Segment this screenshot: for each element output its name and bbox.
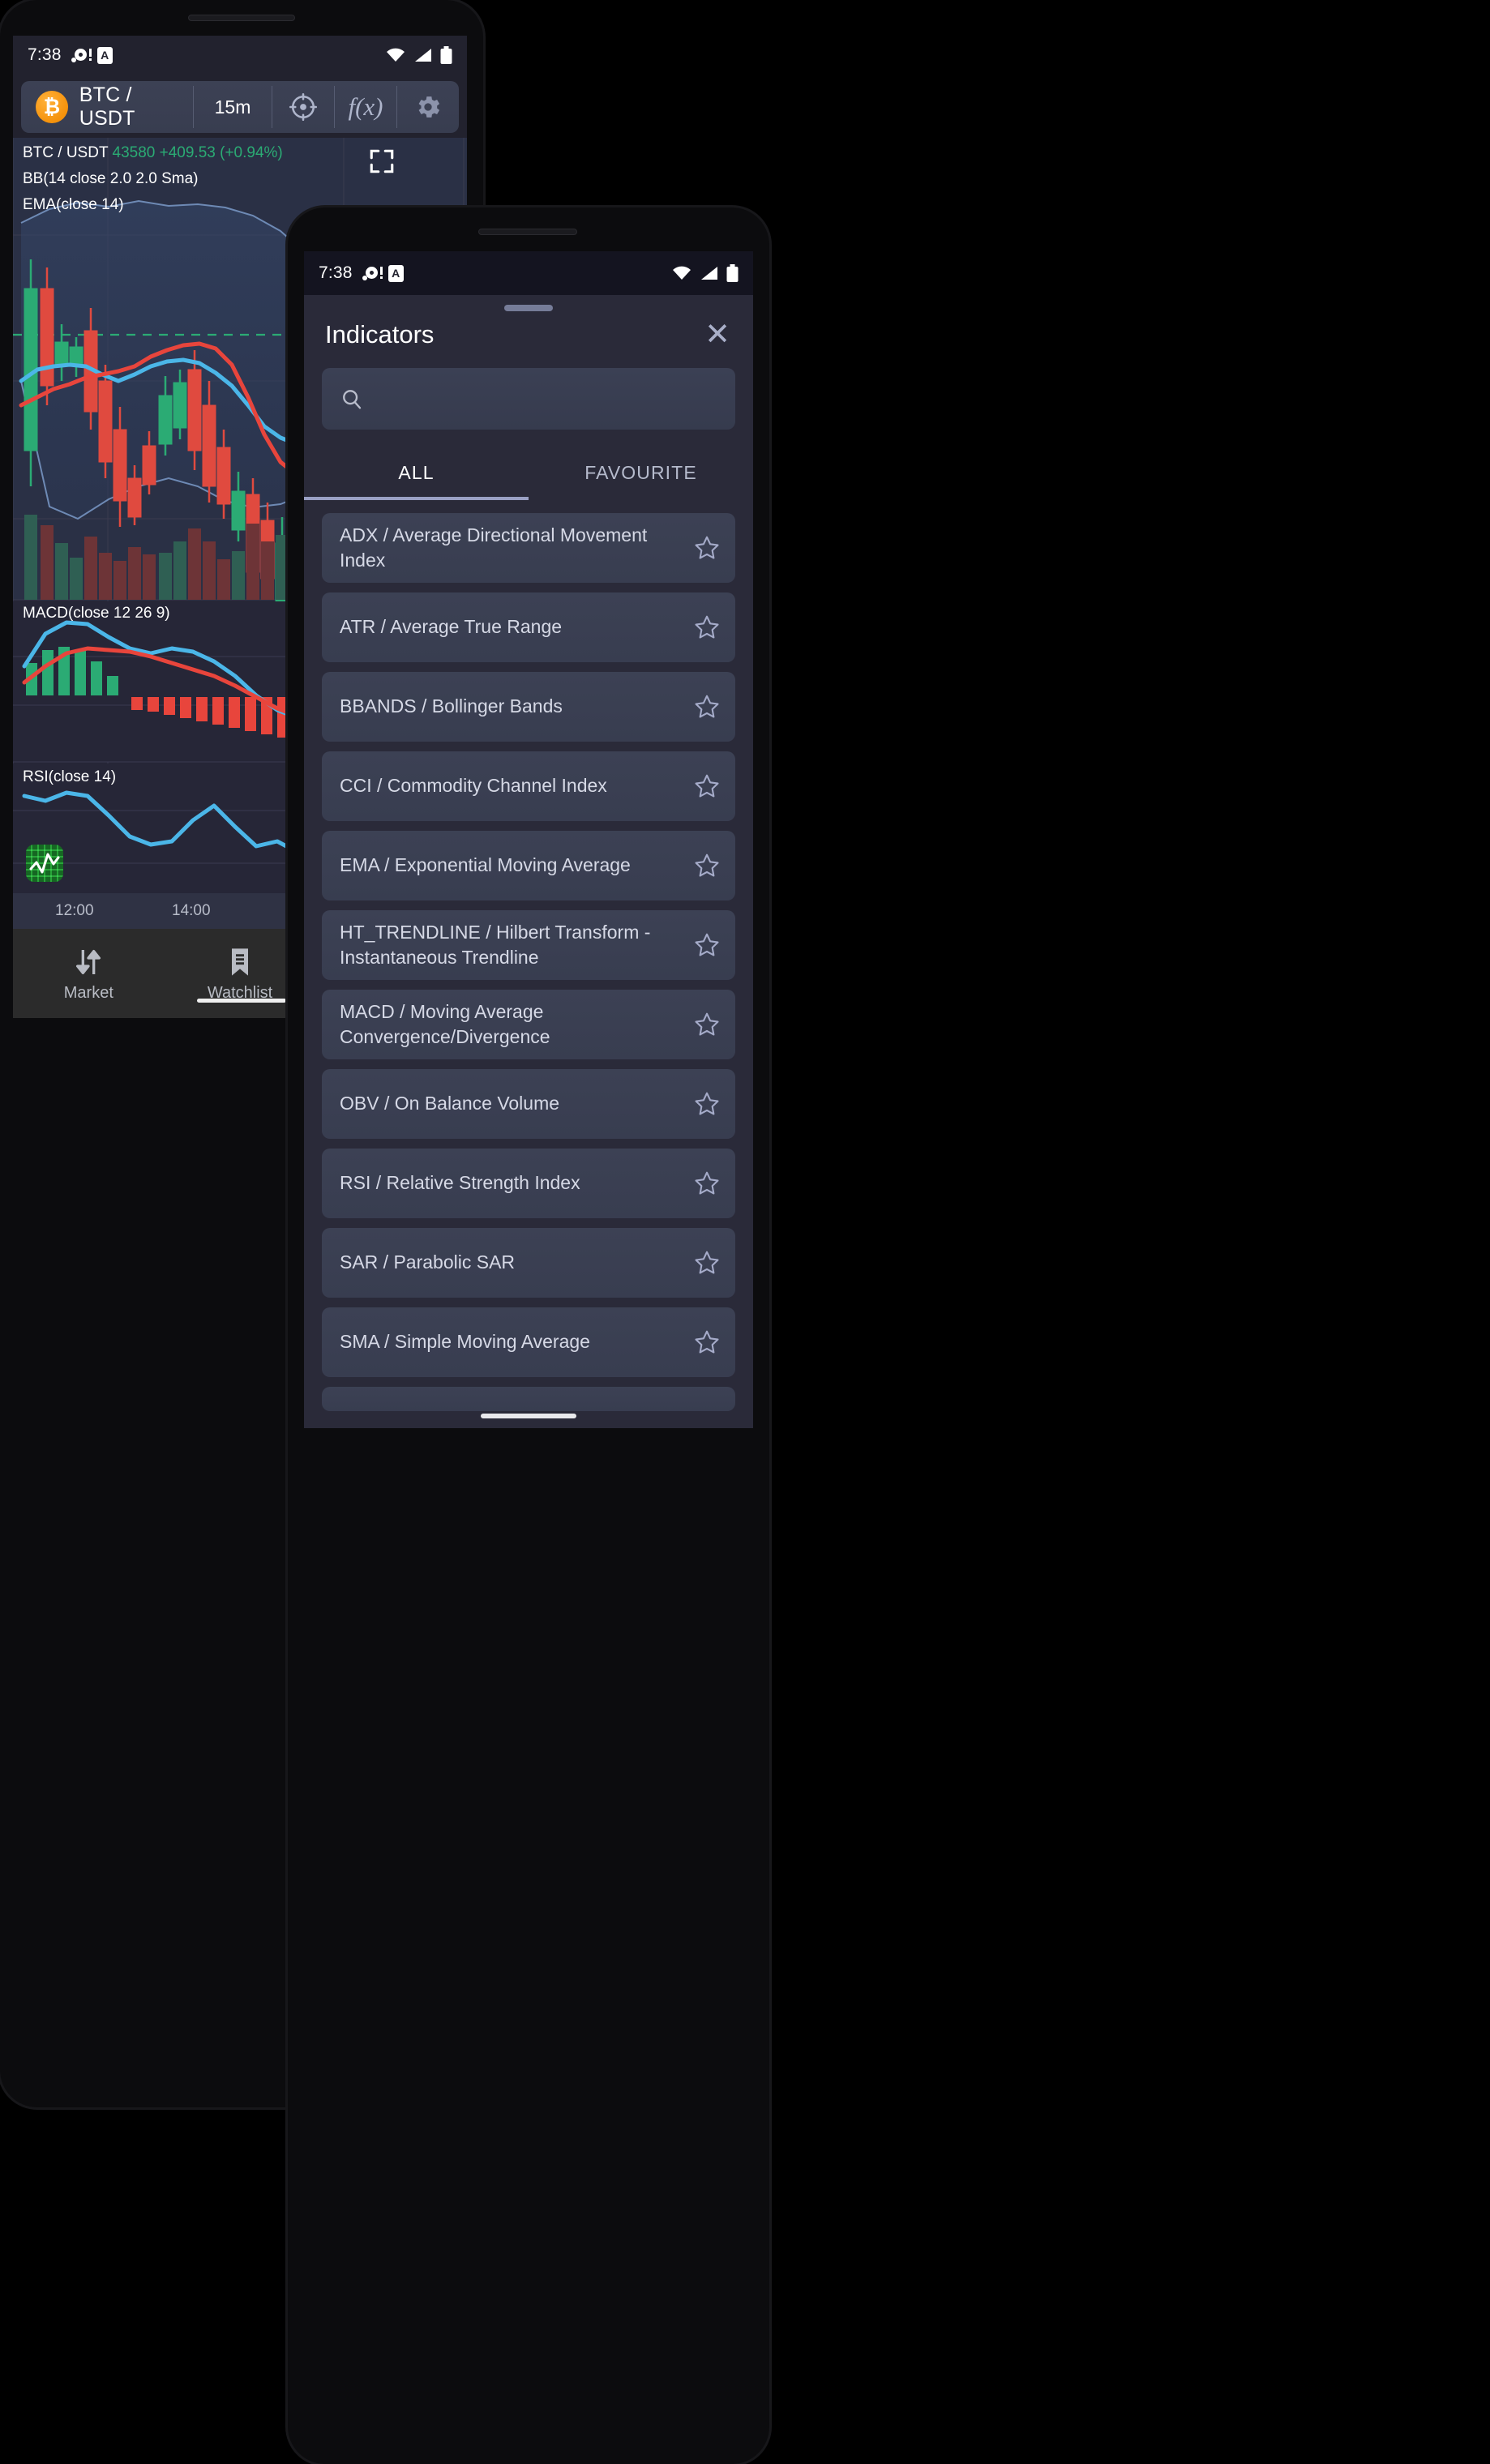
indicator-label: SAR / Parabolic SAR xyxy=(340,1251,516,1273)
indicators-app: 7:38 A Indicators ✕ ALL FAVOURITE ADX / … xyxy=(304,251,753,1428)
screenshot-stage: 7:38 A ₿ BTC / USDT 15m f(x) BTC / USDT … xyxy=(0,0,1490,2464)
wifi-icon xyxy=(673,266,691,280)
indicator-label: CCI / Commodity Channel Index xyxy=(340,775,607,797)
alarm-dot-icon xyxy=(362,265,383,281)
indicator-label: OBV / On Balance Volume xyxy=(340,1093,560,1114)
fullscreen-button[interactable] xyxy=(368,148,396,175)
search-input[interactable] xyxy=(375,387,735,410)
indicators-sheet: Indicators ✕ ALL FAVOURITE ADX / Average… xyxy=(304,295,753,1428)
indicator-label: EMA / Exponential Moving Average xyxy=(340,854,631,876)
list-item[interactable]: CCI / Commodity Channel Index xyxy=(322,751,735,821)
back-gesture-bar[interactable] xyxy=(197,999,286,1003)
list-item[interactable]: EMA / Exponential Moving Average xyxy=(322,831,735,900)
a-box-icon: A xyxy=(96,46,113,64)
symbol-label: BTC / USDT xyxy=(79,83,135,130)
indicator-label: RSI / Relative Strength Index xyxy=(340,1172,580,1194)
gear-icon xyxy=(418,96,440,118)
star-icon[interactable] xyxy=(693,534,721,562)
star-icon[interactable] xyxy=(693,1328,721,1356)
star-icon[interactable] xyxy=(693,1011,721,1038)
legend-change-pct: (+0.94%) xyxy=(220,144,283,161)
battery-icon xyxy=(440,46,452,64)
search-icon xyxy=(343,390,362,409)
device-front-phone: 7:38 A Indicators ✕ ALL FAVOURITE ADX / … xyxy=(288,207,769,2464)
list-item[interactable]: OBV / On Balance Volume xyxy=(322,1069,735,1139)
star-icon[interactable] xyxy=(693,614,721,641)
crosshair-icon xyxy=(289,92,318,122)
legend-bb: BB(14 close 2.0 2.0 Sma) xyxy=(23,170,199,187)
legend-symbol: BTC / USDT xyxy=(23,144,109,161)
star-icon[interactable] xyxy=(693,1170,721,1197)
crosshair-button[interactable] xyxy=(272,81,334,133)
mini-chart-icon xyxy=(29,853,60,874)
front-status-bar: 7:38 A xyxy=(304,251,753,295)
indicator-label: SMA / Simple Moving Average xyxy=(340,1331,590,1353)
star-icon[interactable] xyxy=(693,1090,721,1118)
symbol-selector[interactable]: ₿ BTC / USDT xyxy=(21,81,193,133)
signal-icon xyxy=(415,49,431,62)
close-icon[interactable]: ✕ xyxy=(701,319,734,350)
star-icon[interactable] xyxy=(693,772,721,800)
speaker-grille xyxy=(478,229,577,235)
sheet-tabs: ALL FAVOURITE xyxy=(304,447,753,500)
status-time: 7:38 xyxy=(28,45,62,64)
front-phone-screen: 7:38 A Indicators ✕ ALL FAVOURITE ADX / … xyxy=(304,251,753,1428)
list-item[interactable]: SAR / Parabolic SAR xyxy=(322,1228,735,1298)
speaker-grille xyxy=(188,15,295,21)
nav-item-market[interactable]: Market xyxy=(13,944,165,1003)
settings-button[interactable] xyxy=(397,81,459,133)
back-status-bar: 7:38 A xyxy=(13,36,467,75)
function-fx-icon: f(x) xyxy=(348,92,383,121)
indicator-label: HT_TRENDLINE / Hilbert Transform - Insta… xyxy=(340,921,651,968)
status-time: 7:38 xyxy=(319,263,353,282)
legend-price-row: BTC / USDT 43580 +409.53 (+0.94%) xyxy=(23,144,283,162)
battery-icon xyxy=(726,264,739,282)
nav-label-market: Market xyxy=(63,984,113,1002)
tab-all[interactable]: ALL xyxy=(304,447,529,500)
indicator-label: ADX / Average Directional Movement Index xyxy=(340,524,648,571)
list-item[interactable]: BBANDS / Bollinger Bands xyxy=(322,672,735,742)
indicators-button[interactable]: f(x) xyxy=(335,81,396,133)
legend-rsi: RSI(close 14) xyxy=(23,768,117,785)
sheet-drag-handle[interactable] xyxy=(504,305,553,311)
indicator-label: BBANDS / Bollinger Bands xyxy=(340,695,563,717)
axis-tick-1: 14:00 xyxy=(172,902,211,919)
tab-favourite[interactable]: FAVOURITE xyxy=(529,447,753,500)
list-item[interactable]: MACD / Moving Average Convergence/Diverg… xyxy=(322,990,735,1059)
legend-macd: MACD(close 12 26 9) xyxy=(23,605,170,622)
axis-tick-0: 12:00 xyxy=(55,902,94,919)
sheet-title: Indicators xyxy=(325,320,435,349)
legend-ema: EMA(close 14) xyxy=(23,196,124,213)
indicator-list[interactable]: ADX / Average Directional Movement Index… xyxy=(304,500,753,1428)
expand-icon xyxy=(370,149,394,173)
star-icon[interactable] xyxy=(693,1249,721,1277)
chart-legend: BTC / USDT 43580 +409.53 (+0.94%) BB(14 … xyxy=(23,144,283,222)
symbol-toolbar: ₿ BTC / USDT 15m f(x) xyxy=(21,81,459,133)
timeframe-button[interactable]: 15m xyxy=(194,81,272,133)
indicator-label: MACD / Moving Average Convergence/Diverg… xyxy=(340,1000,550,1047)
star-icon[interactable] xyxy=(693,852,721,879)
signal-icon xyxy=(701,267,717,280)
list-item[interactable]: ADX / Average Directional Movement Index xyxy=(322,513,735,583)
legend-price: 43580 xyxy=(112,144,156,161)
star-icon[interactable] xyxy=(693,693,721,721)
search-bar[interactable] xyxy=(322,368,735,430)
bitcoin-icon: ₿ xyxy=(36,91,68,123)
list-item[interactable]: RSI / Relative Strength Index xyxy=(322,1149,735,1218)
star-icon[interactable] xyxy=(693,931,721,959)
alarm-dot-icon xyxy=(71,47,92,63)
app-watermark-icon xyxy=(26,845,63,882)
list-item[interactable] xyxy=(322,1387,735,1411)
legend-change: +409.53 xyxy=(159,144,216,161)
tab-active-underline xyxy=(304,497,529,500)
list-item[interactable]: SMA / Simple Moving Average xyxy=(322,1307,735,1377)
list-item[interactable]: ATR / Average True Range xyxy=(322,592,735,662)
bookmark-icon xyxy=(224,944,256,978)
indicator-label: ATR / Average True Range xyxy=(340,616,563,638)
wifi-icon xyxy=(387,48,405,62)
a-box-icon: A xyxy=(387,264,404,282)
front-gesture-bar[interactable] xyxy=(481,1414,576,1418)
swap-arrows-icon xyxy=(72,944,105,978)
list-item[interactable]: HT_TRENDLINE / Hilbert Transform - Insta… xyxy=(322,910,735,980)
